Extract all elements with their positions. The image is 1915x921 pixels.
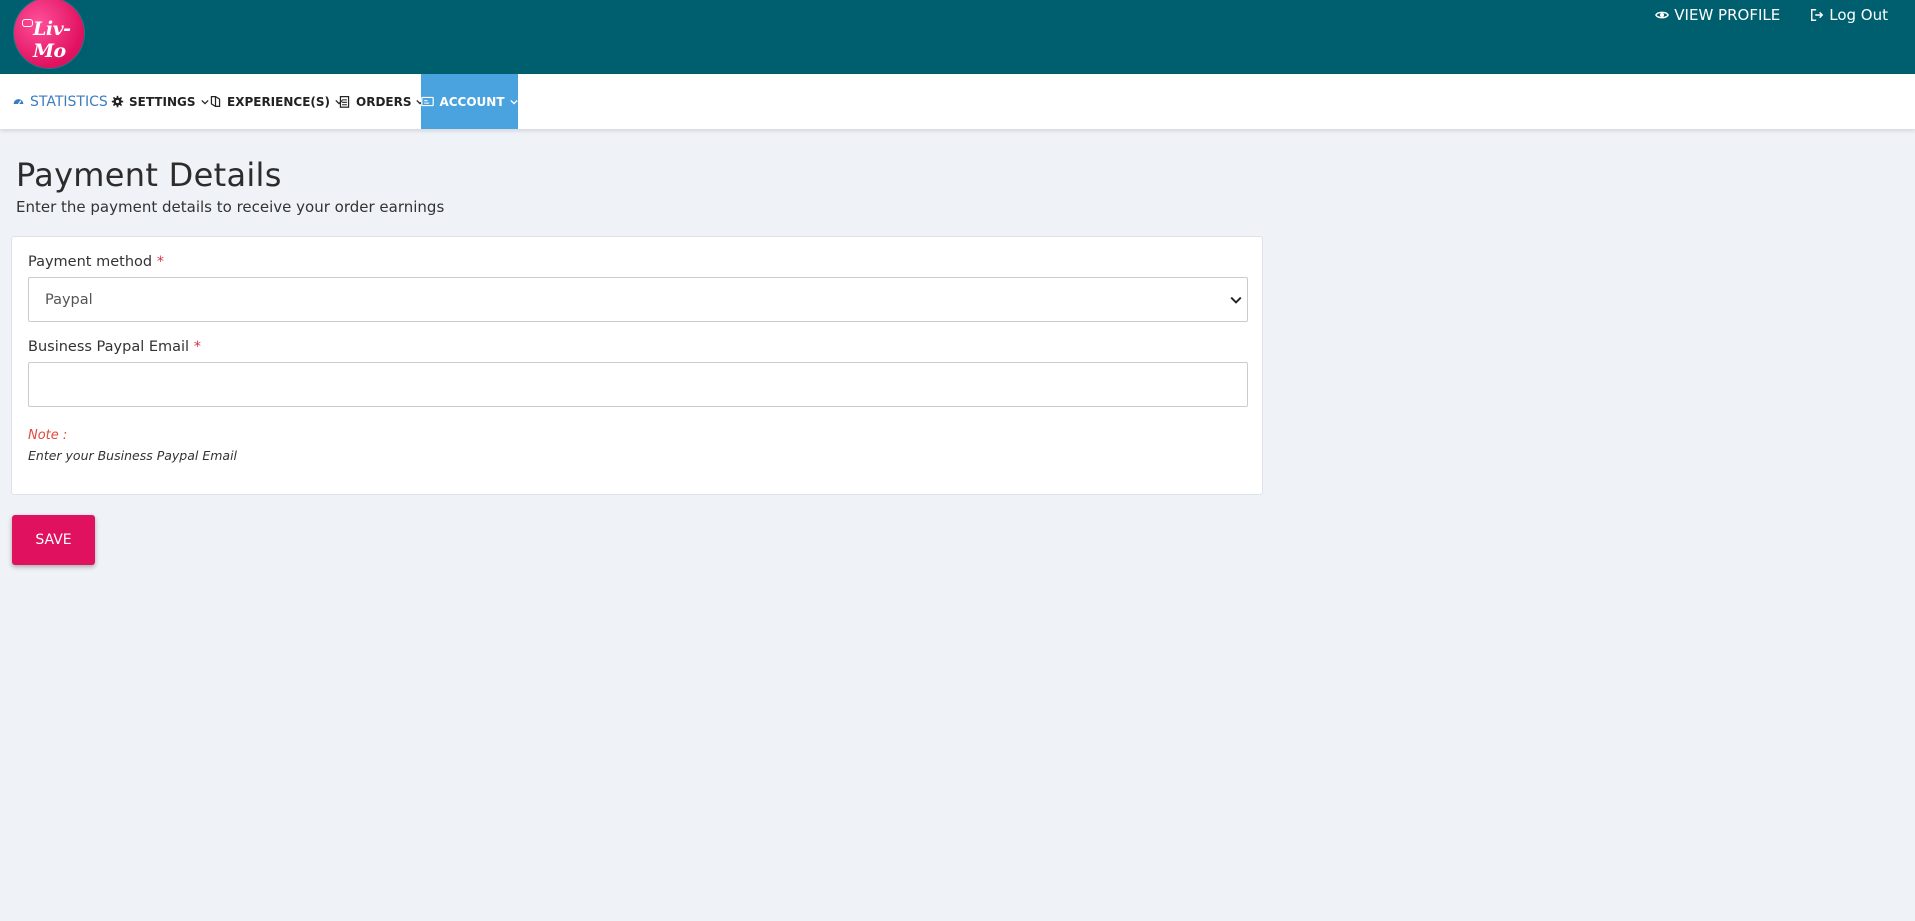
gear-icon bbox=[111, 95, 124, 108]
nav-label-account: ACCOUNT bbox=[439, 94, 505, 109]
book-icon bbox=[210, 96, 221, 107]
chevron-down-icon bbox=[509, 99, 518, 104]
note-label: Note : bbox=[28, 428, 68, 443]
log-out-link[interactable]: Log Out bbox=[1810, 6, 1888, 24]
nav-item-statistics[interactable]: STATISTICS bbox=[8, 74, 112, 129]
clipboard-icon bbox=[339, 96, 350, 108]
id-card-icon bbox=[421, 96, 435, 107]
livmo-logo[interactable]: Liv-Mo bbox=[14, 0, 84, 68]
page-subtitle: Enter the payment details to receive you… bbox=[16, 198, 445, 216]
nav-label-settings: SETTINGS bbox=[129, 94, 196, 109]
top-header: Liv-Mo VIEW PROFILE Log Out bbox=[0, 0, 1915, 74]
business-email-label: Business Paypal Email * bbox=[28, 339, 201, 355]
required-mark: * bbox=[193, 339, 201, 355]
nav-item-experiences[interactable]: EXPERIENCE(S) bbox=[205, 74, 347, 129]
save-button[interactable]: SAVE bbox=[12, 515, 95, 565]
chat-bubble-icon bbox=[22, 19, 33, 27]
business-paypal-email-input[interactable] bbox=[28, 362, 1248, 407]
sign-out-icon bbox=[1811, 9, 1824, 21]
nav-label-orders: ORDERS bbox=[356, 94, 412, 109]
payment-method-value: Paypal bbox=[45, 291, 93, 308]
business-email-label-text: Business Paypal Email bbox=[28, 339, 190, 355]
note-text: Enter your Business Paypal Email bbox=[28, 448, 238, 463]
payment-form-card: Payment method * Paypal Business Paypal … bbox=[11, 236, 1263, 495]
eye-icon bbox=[1655, 11, 1670, 19]
view-profile-label: VIEW PROFILE bbox=[1674, 6, 1781, 24]
required-mark: * bbox=[156, 254, 164, 270]
page-title: Payment Details bbox=[16, 156, 282, 194]
payment-method-label-text: Payment method bbox=[28, 254, 153, 270]
payment-method-select[interactable]: Paypal bbox=[28, 277, 1248, 322]
nav-item-orders[interactable]: ORDERS bbox=[334, 74, 428, 129]
nav-label-statistics: STATISTICS bbox=[30, 93, 108, 110]
nav-label-experiences: EXPERIENCE(S) bbox=[227, 94, 331, 109]
nav-item-settings[interactable]: SETTINGS bbox=[107, 74, 213, 129]
payment-method-label: Payment method * bbox=[28, 254, 164, 270]
view-profile-link[interactable]: VIEW PROFILE bbox=[1655, 6, 1780, 24]
logo-text: Liv-Mo bbox=[33, 18, 71, 62]
chevron-down-icon bbox=[1230, 296, 1242, 304]
log-out-label: Log Out bbox=[1829, 6, 1888, 24]
dashboard-gauge-icon bbox=[13, 99, 24, 105]
main-nav: STATISTICS SETTINGS EXPERIENCE(S) ORDERS… bbox=[0, 74, 1915, 129]
nav-item-account[interactable]: ACCOUNT bbox=[421, 74, 518, 129]
